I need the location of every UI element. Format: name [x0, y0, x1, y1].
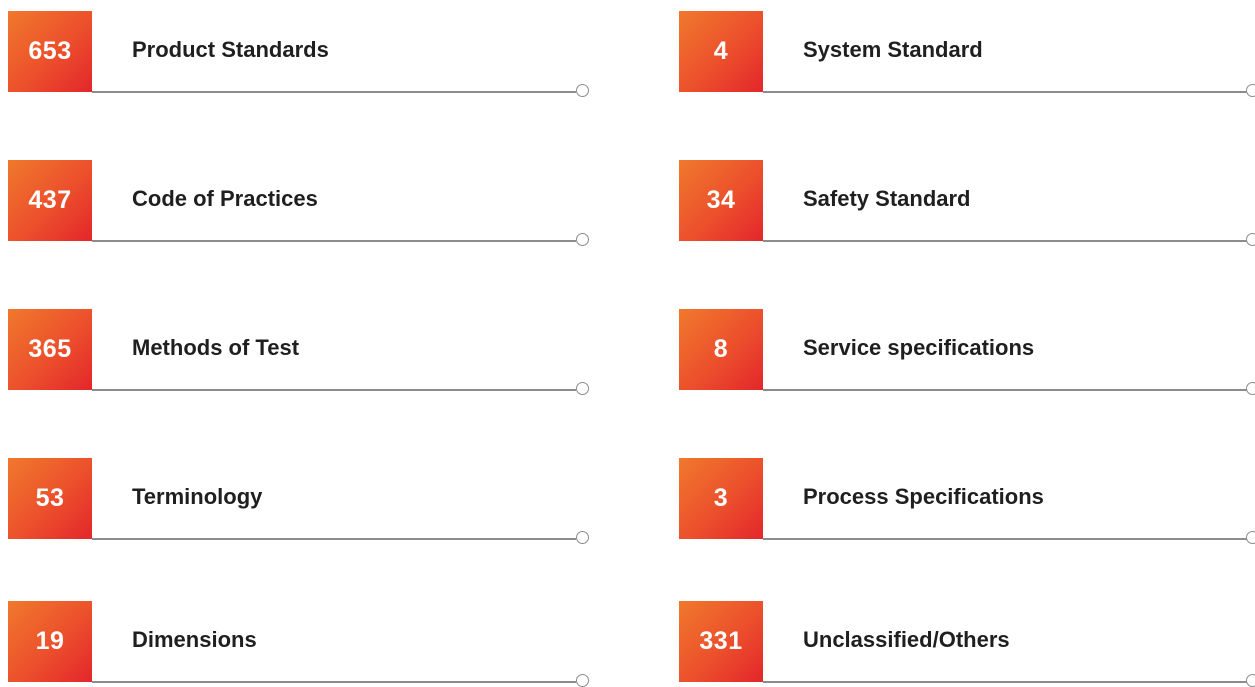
count-badge: 331 — [679, 601, 763, 682]
divider-line — [92, 538, 576, 540]
divider-line — [763, 681, 1255, 683]
divider-line — [763, 240, 1255, 242]
category-label: Methods of Test — [132, 335, 300, 360]
circle-node-icon — [576, 382, 589, 395]
circle-node-icon — [1246, 531, 1255, 544]
count-badge: 34 — [679, 160, 763, 241]
circle-node-icon — [1246, 674, 1255, 687]
divider-line — [763, 389, 1255, 391]
count-badge: 19 — [8, 601, 92, 682]
circle-node-icon — [1246, 84, 1255, 97]
divider-line — [763, 538, 1255, 540]
count-badge: 3 — [679, 458, 763, 539]
circle-node-icon — [1246, 233, 1255, 246]
divider-line — [763, 91, 1255, 93]
circle-node-icon — [576, 84, 589, 97]
category-label: Product Standards — [132, 37, 329, 62]
count-badge: 53 — [8, 458, 92, 539]
divider-line — [92, 91, 576, 93]
category-label: Process Specifications — [803, 484, 1044, 509]
category-label: Dimensions — [132, 627, 257, 652]
category-label: Service specifications — [803, 335, 1035, 360]
category-label: Unclassified/Others — [803, 627, 1010, 652]
category-label: Code of Practices — [132, 186, 318, 211]
count-badge: 8 — [679, 309, 763, 390]
divider-line — [92, 389, 576, 391]
count-badge: 4 — [679, 11, 763, 92]
category-label: System Standard — [803, 37, 983, 62]
count-badge: 653 — [8, 11, 92, 92]
circle-node-icon — [576, 531, 589, 544]
circle-node-icon — [1246, 382, 1255, 395]
circle-node-icon — [576, 233, 589, 246]
category-label: Safety Standard — [803, 186, 971, 211]
count-badge: 437 — [8, 160, 92, 241]
category-label: Terminology — [132, 484, 263, 509]
divider-line — [92, 240, 576, 242]
divider-line — [92, 681, 576, 683]
circle-node-icon — [576, 674, 589, 687]
count-badge: 365 — [8, 309, 92, 390]
